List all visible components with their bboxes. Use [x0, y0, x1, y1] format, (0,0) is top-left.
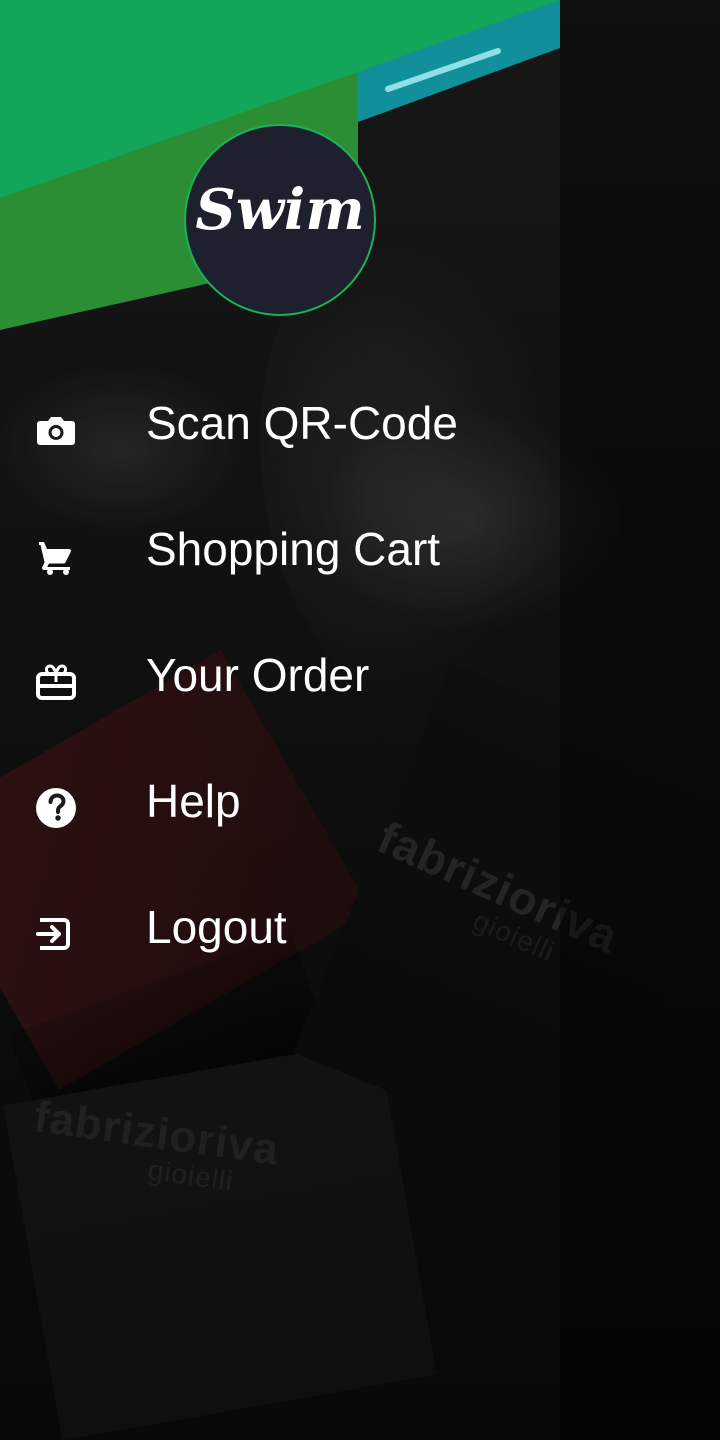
menu-label-shopping-cart: Shopping Cart — [146, 523, 441, 575]
brand-logo-text: Swim — [195, 177, 365, 243]
menu-label-help: Help — [146, 775, 241, 827]
navigation-drawer: Swim Scan QR-Code Shopping Cart Your Ord… — [0, 0, 560, 1440]
menu-item-scan-qr-code[interactable]: Scan QR-Code — [0, 366, 520, 478]
cart-icon — [39, 542, 71, 575]
brand-avatar: Swim — [184, 124, 376, 316]
menu-item-shopping-cart[interactable]: Shopping Cart — [0, 492, 520, 604]
menu-item-help[interactable]: Help — [0, 744, 520, 856]
logout-icon — [36, 918, 70, 950]
app-screen: fabrizioriva gioielli fabrizioriva gioie… — [0, 0, 720, 1440]
menu-label-logout: Logout — [146, 901, 287, 953]
menu-label-scan-qr-code: Scan QR-Code — [146, 397, 458, 449]
menu-item-logout[interactable]: Logout — [0, 870, 520, 982]
menu-label-your-order: Your Order — [146, 649, 370, 701]
camera-icon — [37, 417, 75, 445]
help-icon — [36, 788, 76, 828]
drawer-scrim[interactable] — [560, 0, 720, 1440]
menu-item-your-order[interactable]: Your Order — [0, 618, 520, 730]
gift-icon — [36, 664, 76, 700]
